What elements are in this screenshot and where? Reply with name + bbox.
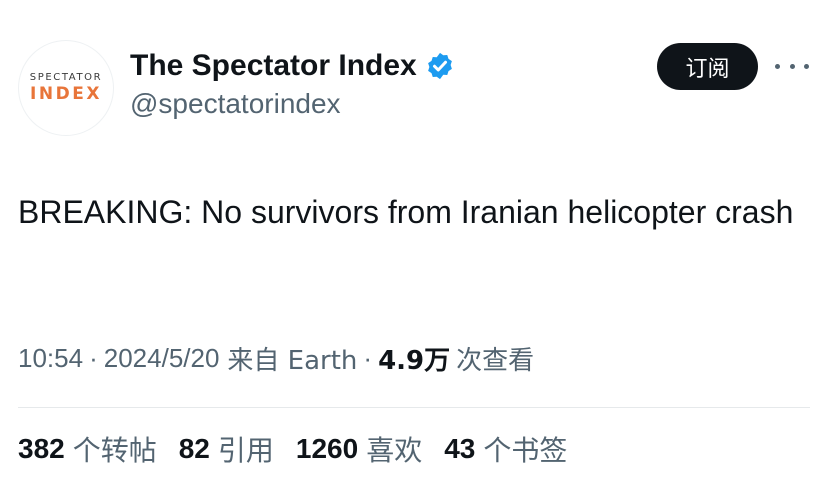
stat-count: 82 [178,433,210,464]
stat-quotes[interactable]: 82 引用 [179,429,274,469]
subscribe-button[interactable]: 订阅 [657,43,758,90]
tweet-metadata: 10:54 · 2024/5/20 来自 Earth · 4.9万 次查看 [18,340,534,376]
stat-bookmarks[interactable]: 43 个书签 [444,429,567,469]
stat-label: 个书签 [483,434,568,467]
author-display-name[interactable]: The Spectator Index [130,49,417,83]
avatar-logo-top-text: SPECTATOR [29,72,103,83]
meta-separator: · [89,342,98,373]
verified-badge-icon[interactable] [425,51,455,81]
stat-label: 喜欢 [366,434,423,467]
divider [18,407,810,408]
more-dot [775,63,780,69]
stat-label: 引用 [217,434,274,467]
tweet-time[interactable]: 10:54 [18,343,83,374]
tweet-source: 来自 Earth [227,345,358,376]
author-avatar[interactable]: SPECTATOR INDEX [18,40,114,136]
stat-label: 个转帖 [72,434,157,467]
avatar-logo-bottom-text: INDEX [30,84,102,104]
more-horizontal-icon[interactable] [775,56,809,76]
views-count: 4.9万 [378,345,451,376]
stat-count: 1260 [295,433,359,464]
stat-likes[interactable]: 1260 喜欢 [296,429,422,469]
stat-count: 382 [18,433,65,464]
more-dot [804,63,809,69]
author-handle[interactable]: @spectatorindex [130,88,341,120]
tweet-text: BREAKING: No survivors from Iranian heli… [18,194,794,230]
views-label: 次查看 [456,345,535,376]
more-dot [789,63,795,69]
author-name-row: The Spectator Index [130,46,455,86]
engagement-stats: 382 个转帖 82 引用 1260 喜欢 43 个书签 [18,430,589,468]
meta-separator: · [363,342,373,373]
tweet-date[interactable]: 2024/5/20 [104,343,220,374]
stat-count: 43 [444,433,476,464]
stat-reposts[interactable]: 382 个转帖 [18,429,157,469]
